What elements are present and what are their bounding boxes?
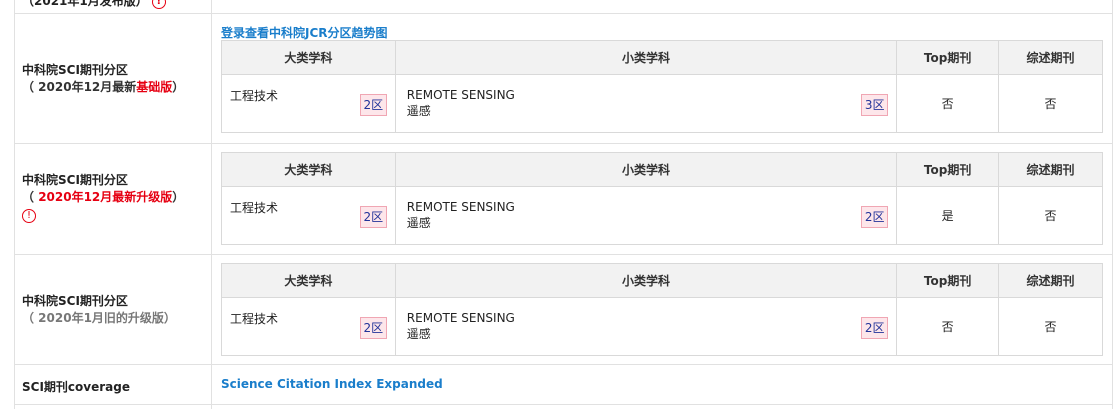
section-label-basic: 中科院SCI期刊分区 （ 2020年12月最新基础版） — [22, 62, 184, 96]
small-category-cell: REMOTE SENSING 遥感 2区 — [394, 186, 898, 245]
coverage-label: SCI期刊coverage — [22, 380, 130, 394]
zone-table-upgrade: 大类学科 小类学科 Top期刊 综述期刊 工程技术 2区 REMOTE SENS… — [221, 152, 1103, 245]
small-category-en: REMOTE SENSING — [406, 199, 515, 214]
section-label-old: 中科院SCI期刊分区 （ 2020年1月旧的升级版） — [22, 293, 176, 327]
version-highlight: 2020年12月最新升级版 — [38, 190, 173, 204]
header-review-journal: 综述期刊 — [998, 40, 1103, 75]
section-version: （ 2020年12月最新基础版） — [22, 79, 184, 96]
section-title: 中科院SCI期刊分区 — [22, 63, 128, 77]
header-small-category: 小类学科 — [394, 40, 898, 75]
version-suffix: ） — [172, 190, 185, 204]
small-zone-badge: 3区 — [861, 93, 889, 116]
small-category-name: REMOTE SENSING 遥感 — [407, 87, 515, 119]
header-top-journal: Top期刊 — [896, 152, 1000, 187]
small-category-en: REMOTE SENSING — [406, 310, 515, 325]
big-zone-badge: 2区 — [359, 93, 387, 116]
big-category-cell: 工程技术 2区 — [221, 297, 396, 356]
table-header-row: 大类学科 小类学科 Top期刊 综述期刊 — [221, 152, 1103, 187]
table-header-row: 大类学科 小类学科 Top期刊 综述期刊 — [221, 40, 1103, 75]
row-divider — [14, 143, 1113, 144]
small-zone-badge: 2区 — [861, 316, 889, 339]
row-divider — [14, 13, 1113, 14]
zone-table-basic: 大类学科 小类学科 Top期刊 综述期刊 工程技术 2区 REMOTE SENS… — [221, 40, 1103, 133]
small-category-cn: 遥感 — [406, 326, 431, 341]
table-row: 工程技术 2区 REMOTE SENSING 遥感 2区 否 否 — [221, 297, 1103, 356]
small-zone-badge: 2区 — [861, 205, 889, 228]
big-zone-badge: 2区 — [359, 316, 387, 339]
previous-row-text: （2021年1月发布版） — [22, 0, 148, 8]
big-category-name: 工程技术 — [230, 88, 279, 103]
big-category-name: 工程技术 — [230, 311, 279, 326]
version-prefix: （ 2020年12月最新 — [22, 80, 137, 94]
small-category-cell: REMOTE SENSING 遥感 3区 — [394, 74, 898, 133]
zone-table-old: 大类学科 小类学科 Top期刊 综述期刊 工程技术 2区 REMOTE SENS… — [221, 263, 1103, 356]
row-divider — [14, 364, 1113, 365]
table-row: 工程技术 2区 REMOTE SENSING 遥感 2区 是 否 — [221, 186, 1103, 245]
header-review-journal: 综述期刊 — [998, 263, 1103, 298]
big-zone-badge: 2区 — [359, 205, 387, 228]
review-journal-value: 否 — [998, 186, 1103, 245]
small-category-name: REMOTE SENSING 遥感 — [407, 310, 515, 342]
jcr-trend-link[interactable]: 登录查看中科院JCR分区趋势图 — [221, 24, 388, 41]
header-top-journal: Top期刊 — [896, 40, 1000, 75]
section-version: （ 2020年12月最新升级版） — [22, 189, 184, 206]
table-row: 工程技术 2区 REMOTE SENSING 遥感 3区 否 否 — [221, 74, 1103, 133]
big-category-name: 工程技术 — [230, 200, 279, 215]
small-category-en: REMOTE SENSING — [406, 87, 515, 102]
header-big-category: 大类学科 — [221, 152, 396, 187]
header-big-category: 大类学科 — [221, 40, 396, 75]
section-label-upgrade: 中科院SCI期刊分区 （ 2020年12月最新升级版） ! — [22, 172, 184, 223]
header-small-category: 小类学科 — [394, 263, 898, 298]
version-highlight: 基础版 — [136, 80, 173, 94]
column-divider — [211, 0, 212, 409]
table-header-row: 大类学科 小类学科 Top期刊 综述期刊 — [221, 263, 1103, 298]
warning-icon: ! — [151, 0, 166, 9]
outer-left-border — [14, 0, 15, 409]
warning-icon[interactable]: ! — [22, 209, 36, 223]
header-small-category: 小类学科 — [394, 152, 898, 187]
section-title: 中科院SCI期刊分区 — [22, 294, 128, 308]
version-suffix: ） — [172, 80, 185, 94]
big-category-cell: 工程技术 2区 — [221, 186, 396, 245]
version-prefix: （ — [22, 190, 39, 204]
small-category-cn: 遥感 — [406, 103, 431, 118]
top-journal-value: 是 — [896, 186, 1000, 245]
coverage-link[interactable]: Science Citation Index Expanded — [221, 377, 443, 391]
previous-row-label: （2021年1月发布版）! — [22, 0, 166, 9]
big-category-cell: 工程技术 2区 — [221, 74, 396, 133]
header-review-journal: 综述期刊 — [998, 152, 1103, 187]
top-journal-value: 否 — [896, 297, 1000, 356]
section-version: （ 2020年1月旧的升级版） — [22, 311, 176, 325]
header-top-journal: Top期刊 — [896, 263, 1000, 298]
outer-right-border — [1112, 0, 1113, 409]
header-big-category: 大类学科 — [221, 263, 396, 298]
review-journal-value: 否 — [998, 297, 1103, 356]
section-title: 中科院SCI期刊分区 — [22, 173, 128, 187]
small-category-cell: REMOTE SENSING 遥感 2区 — [394, 297, 898, 356]
top-journal-value: 否 — [896, 74, 1000, 133]
small-category-cn: 遥感 — [406, 215, 431, 230]
row-divider — [14, 254, 1113, 255]
small-category-name: REMOTE SENSING 遥感 — [407, 199, 515, 231]
row-divider — [14, 404, 1113, 405]
review-journal-value: 否 — [998, 74, 1103, 133]
